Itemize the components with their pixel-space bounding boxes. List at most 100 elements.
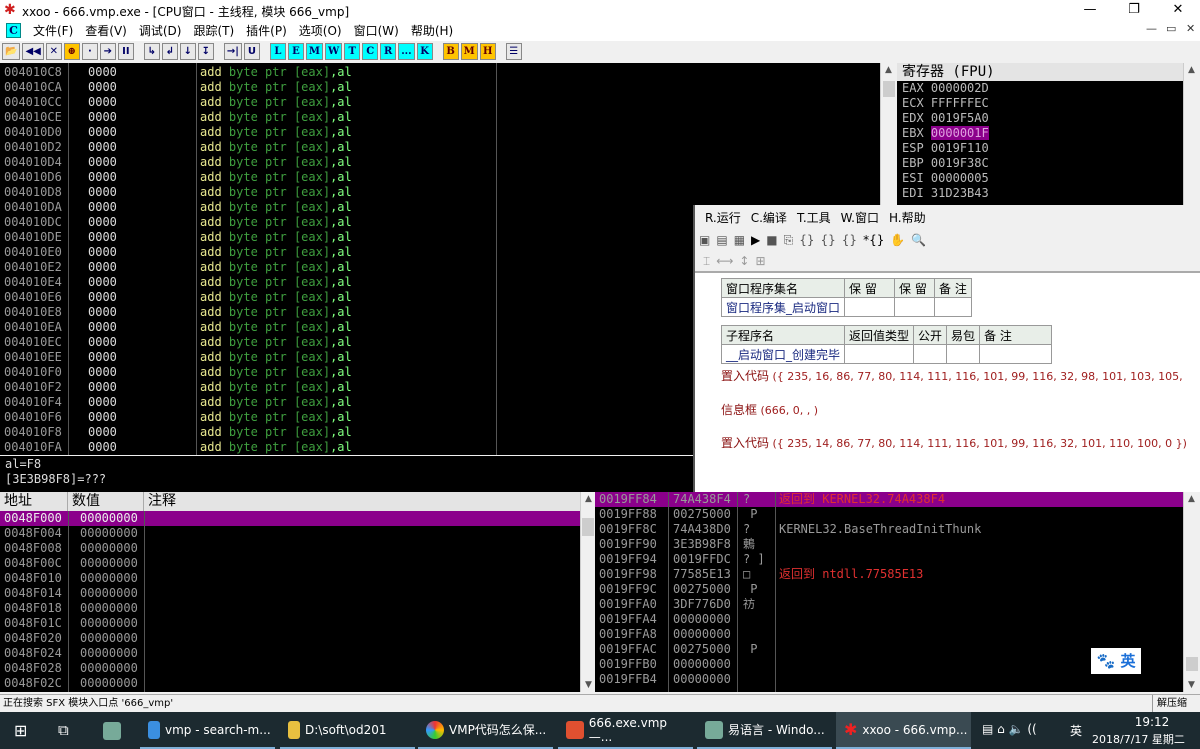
register-edx[interactable]: EDX 0019F5A0 <box>897 111 1183 126</box>
layout-icon[interactable]: ▦ <box>734 233 745 247</box>
register-ecx[interactable]: ECX FFFFFFEC <box>897 96 1183 111</box>
run-trace-button[interactable]: ... <box>398 43 415 60</box>
menu-help[interactable]: 帮助(H) <box>411 22 453 39</box>
open-icon[interactable]: 📂 <box>2 43 21 60</box>
disasm-row[interactable]: 004010D4 0000 add byte ptr [eax],al <box>0 155 880 170</box>
minimize-button[interactable]: — <box>1068 0 1112 20</box>
layout-icon[interactable]: ▤ <box>716 233 727 247</box>
menu-plugins[interactable]: 插件(P) <box>246 22 287 39</box>
stack-row[interactable]: 0019FF8C 74A438D0? KERNEL32.BaseThreadInit… <box>595 522 1183 537</box>
stack-row[interactable]: 0019FF94 0019FFDC ? ] <box>595 552 1183 567</box>
col-address[interactable]: 地址 <box>0 492 68 511</box>
trace-over-icon[interactable]: ↧ <box>197 43 214 60</box>
menu-options[interactable]: 选项(O) <box>299 22 342 39</box>
register-ebp[interactable]: EBP 0019F38C <box>897 156 1183 171</box>
menu-view[interactable]: 查看(V) <box>85 22 127 39</box>
task-vmp-search[interactable]: vmp - search-m... <box>140 712 275 749</box>
scroll-down-icon[interactable]: ▼ <box>581 680 596 690</box>
task-browser[interactable]: VMP代码怎么保... <box>418 712 553 749</box>
menu-trace[interactable]: 跟踪(T) <box>193 22 234 39</box>
threads-button[interactable]: T <box>344 43 361 60</box>
mdi-close-button[interactable]: ✕ <box>1186 22 1195 35</box>
register-edi[interactable]: EDI 31D23B43 <box>897 186 1183 201</box>
cpu-icon[interactable]: C <box>6 23 21 38</box>
menu-window[interactable]: 窗口(W) <box>354 22 399 39</box>
col-value[interactable]: 数值 <box>68 492 144 511</box>
step-icon[interactable]: {} <box>799 233 814 247</box>
step-icon[interactable]: ⎘ <box>784 233 794 248</box>
register-value[interactable]: FFFFFFEC <box>931 96 989 110</box>
step-icon[interactable]: {} <box>821 233 836 247</box>
stack-scrollbar[interactable]: ▲ ▼ <box>1183 492 1200 692</box>
pause-icon[interactable]: II <box>117 43 134 60</box>
stack-row[interactable]: 0019FF98 77585E13 □ 返回到 ntdll.77585E13 <box>595 567 1183 582</box>
modules-button[interactable]: E <box>287 43 304 60</box>
dump-row[interactable]: 0048F008 00000000 <box>0 541 580 556</box>
registers-scrollbar[interactable]: ▲ <box>1183 63 1200 205</box>
register-value[interactable]: 0000001F <box>930 126 989 140</box>
find-icon[interactable]: 🔍 <box>911 233 926 247</box>
dump-scrollbar[interactable]: ▲ ▼ <box>580 492 595 692</box>
disasm-row[interactable]: 004010D8 0000 add byte ptr [eax],al <box>0 185 880 200</box>
log-window-button[interactable]: L <box>269 43 286 60</box>
dump-row[interactable]: 0048F018 00000000 <box>0 601 580 616</box>
references-button[interactable]: R <box>380 43 397 60</box>
menu-debug[interactable]: 调试(D) <box>139 22 182 39</box>
register-value[interactable]: 0000002D <box>931 81 989 95</box>
scroll-up-icon[interactable]: ▲ <box>1184 65 1199 75</box>
stop-icon[interactable]: ■ <box>766 233 777 247</box>
dump-row[interactable]: 0048F020 00000000 <box>0 631 580 646</box>
run-icon[interactable]: ▶ <box>751 233 760 247</box>
run-arrow-icon[interactable]: ➔ <box>99 43 116 60</box>
step-over-icon[interactable]: ↲ <box>161 43 178 60</box>
disasm-row[interactable]: 004010D0 0000 add byte ptr [eax],al <box>0 125 880 140</box>
scroll-down-icon[interactable]: ▼ <box>1184 680 1199 690</box>
ime-indicator[interactable]: 🐾 英 <box>1091 648 1141 674</box>
eyuyan-pinned-icon[interactable] <box>103 722 121 740</box>
align-icon[interactable]: ⌶ <box>703 254 710 269</box>
target-icon[interactable]: ⊕ <box>63 43 80 60</box>
code-line[interactable]: 置入代码 ({ 235, 16, 86, 77, 80, 114, 111, 1… <box>721 367 1183 384</box>
user-code-icon[interactable]: U <box>243 43 260 60</box>
breakpoints-button[interactable]: B <box>442 43 459 60</box>
disasm-row[interactable]: 004010CA 0000 add byte ptr [eax],al <box>0 80 880 95</box>
maximize-button[interactable]: ❐ <box>1112 0 1156 20</box>
register-eax[interactable]: EAX 0000002D <box>897 81 1183 96</box>
stack-row[interactable]: 0019FFA0 3DF776D0 祊 <box>595 597 1183 612</box>
task-view-icon[interactable]: ⧉ <box>58 721 69 739</box>
hardware-breakpoints-button[interactable]: H <box>479 43 496 60</box>
menu-window[interactable]: W.窗口 <box>841 209 879 226</box>
dump-row[interactable]: 0048F028 00000000 <box>0 661 580 676</box>
stack-row[interactable]: 0019FFB4 00000000 <box>595 672 1183 687</box>
call-stack-button[interactable]: K <box>416 43 433 60</box>
code-line[interactable]: 信息框 (666, 0, , ) <box>721 401 818 418</box>
windows-start-icon[interactable]: ⊞ <box>14 721 27 740</box>
subroutine-name-cell[interactable]: __启动窗口_创建完毕 <box>720 344 846 364</box>
stack-row[interactable]: 0019FF88 00275000 P <box>595 507 1183 522</box>
close-process-icon[interactable]: ✕ <box>45 43 62 60</box>
memory-button[interactable]: M <box>305 43 323 60</box>
menu-compile[interactable]: C.编译 <box>751 209 787 226</box>
stack-row[interactable]: 0019FF9C 00275000 P <box>595 582 1183 597</box>
disasm-row[interactable]: 004010CE 0000 add byte ptr [eax],al <box>0 110 880 125</box>
dump-row[interactable]: 0048F02C 00000000 <box>0 676 580 691</box>
layout-icon[interactable]: ▣ <box>699 233 710 247</box>
register-value[interactable]: 00000005 <box>931 171 989 185</box>
dump-row[interactable]: 0048F00C 00000000 <box>0 556 580 571</box>
task-666-exe[interactable]: 666.exe.vmp —... <box>558 712 693 749</box>
task-eyuyan[interactable]: 易语言 - Windo... <box>697 712 832 749</box>
memory-dump-pane[interactable]: 地址 数值 注释 0048F000 00000000 0048F004 0000000… <box>0 492 580 692</box>
register-value[interactable]: 0019F38C <box>931 156 989 170</box>
memory-breakpoints-button[interactable]: M <box>460 43 478 60</box>
disasm-scrollbar[interactable]: ▲ <box>880 63 897 205</box>
menu-file[interactable]: 文件(F) <box>33 22 73 39</box>
tray-ime[interactable]: 英 <box>1070 722 1082 739</box>
clock-time[interactable]: 19:12 <box>1122 715 1182 729</box>
close-button[interactable]: ✕ <box>1156 0 1200 20</box>
windows-button[interactable]: W <box>324 43 343 60</box>
width-icon[interactable]: ⟷ <box>716 254 733 268</box>
restart-icon[interactable]: ◀◀ <box>22 43 44 60</box>
disasm-row[interactable]: 004010D6 0000 add byte ptr [eax],al <box>0 170 880 185</box>
disasm-row[interactable]: 004010C8 0000 add byte ptr [eax],al <box>0 65 880 80</box>
scroll-up-icon[interactable]: ▲ <box>581 494 596 504</box>
